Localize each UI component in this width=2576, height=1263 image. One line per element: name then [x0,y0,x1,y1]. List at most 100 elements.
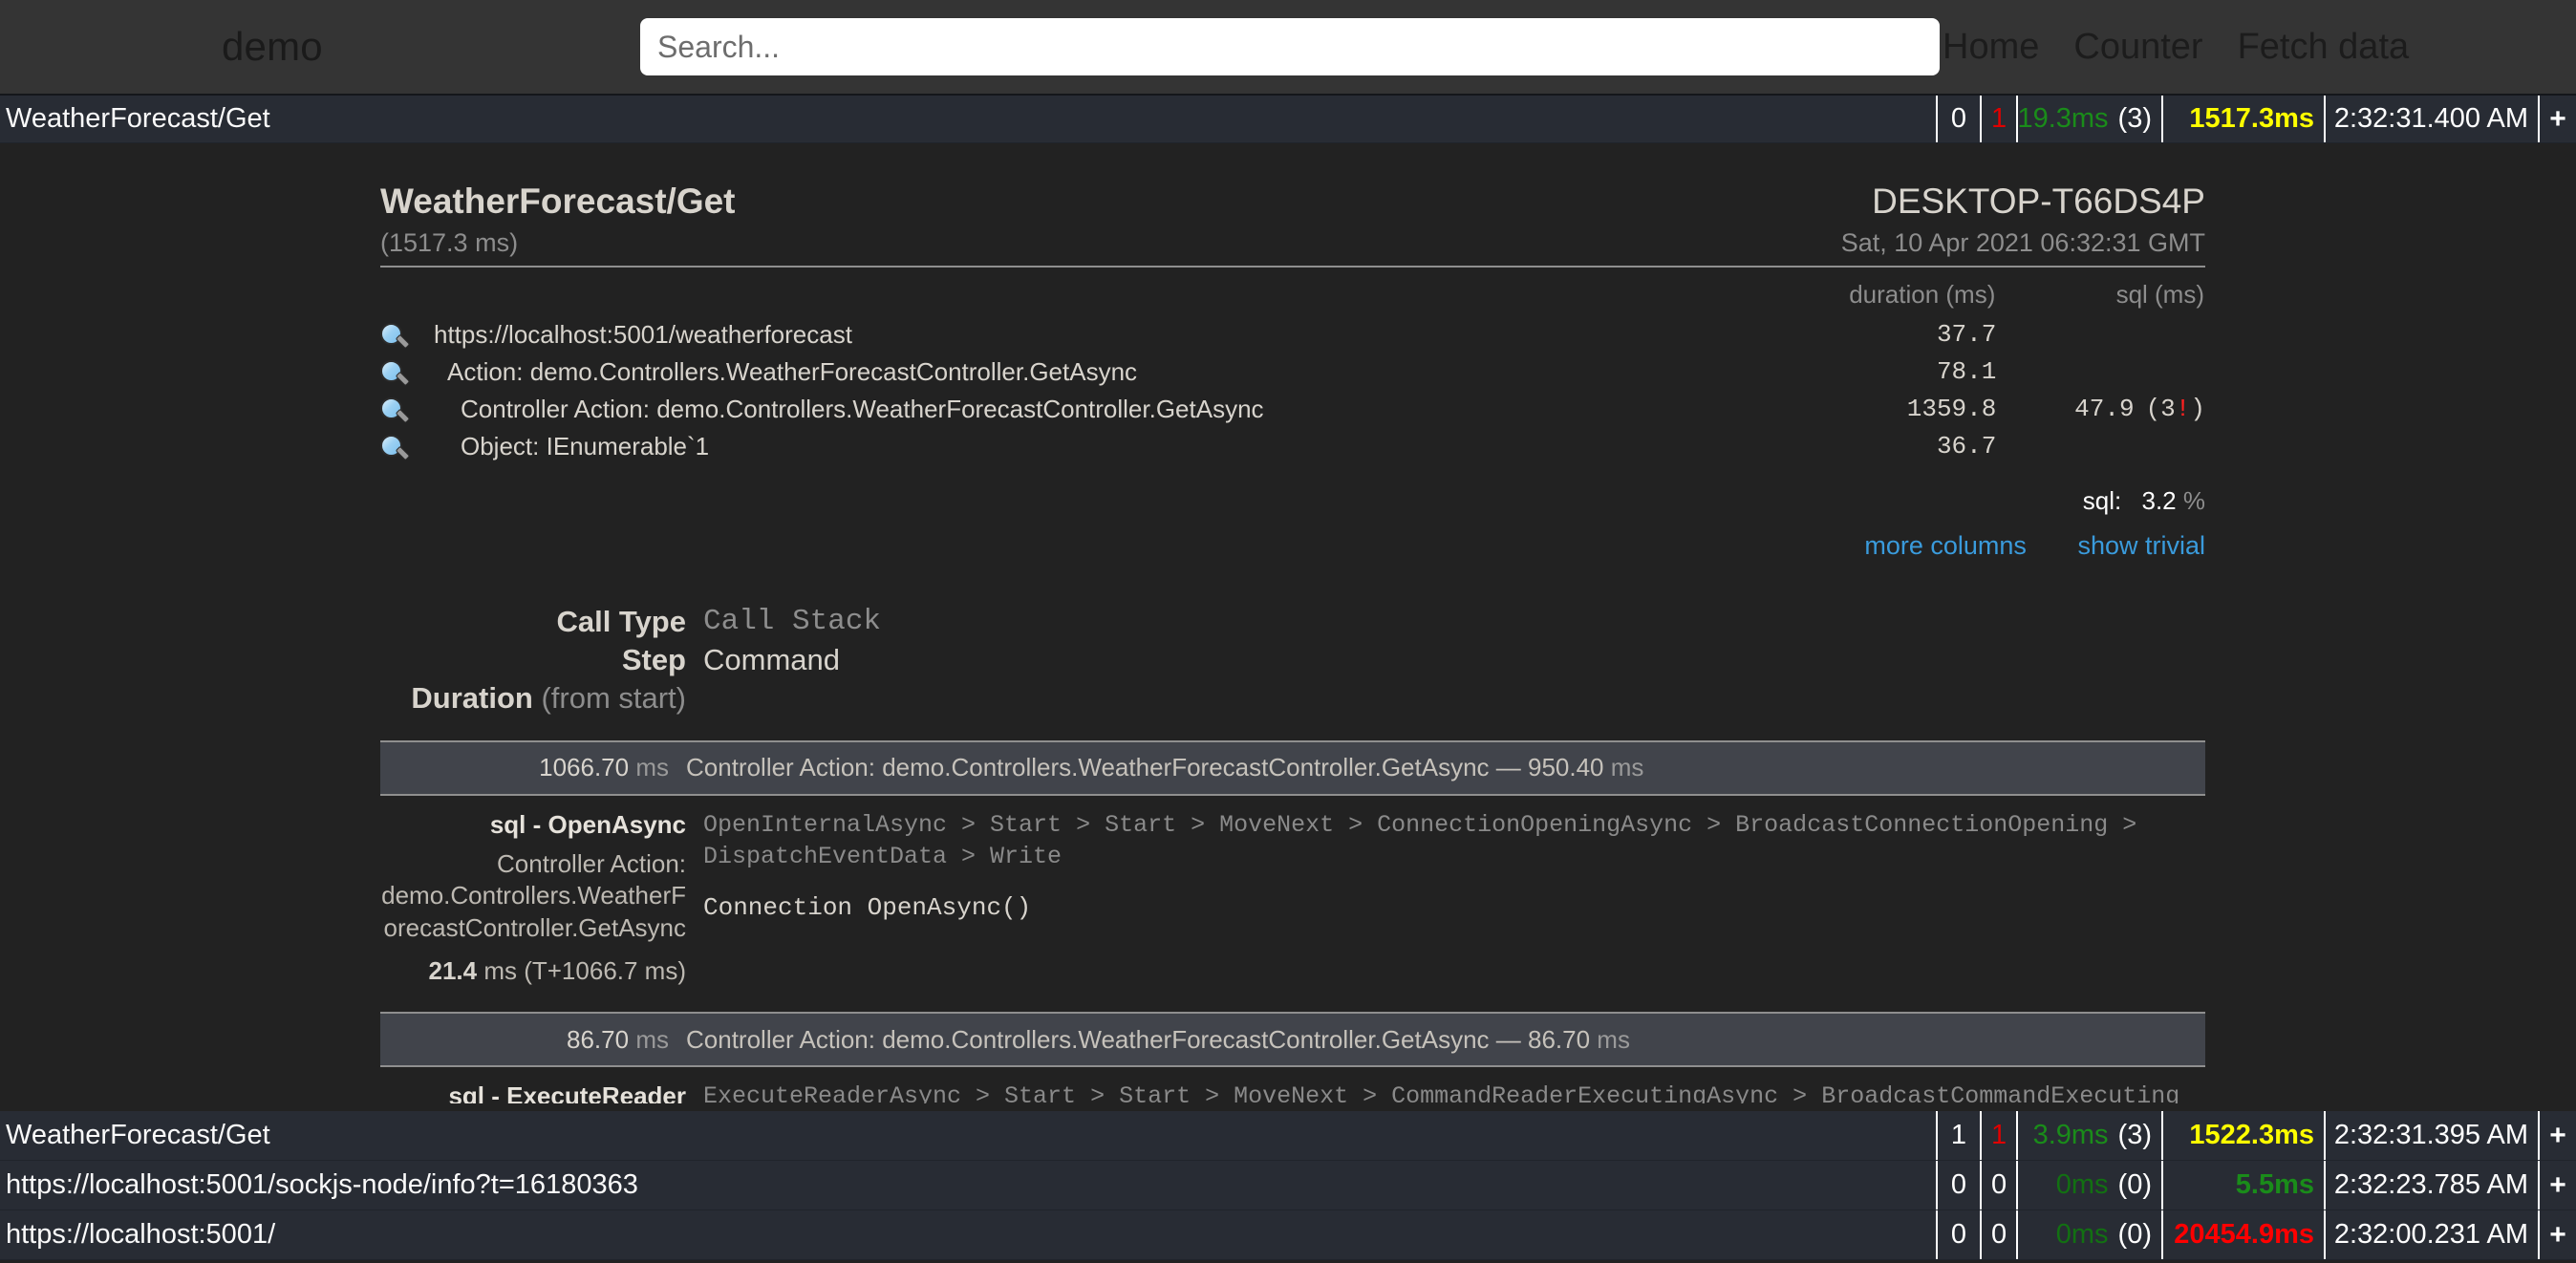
profiler-detail-panel: WeatherForecast/Get (1517.3 ms) DESKTOP-… [0,148,2576,1103]
sql-parent-desc: Controller Action: demo.Controllers.Weat… [686,753,1643,782]
profiler-result-row[interactable]: WeatherForecast/Get113.9ms(3)1522.3ms2:3… [0,1111,2576,1161]
show-trivial-link[interactable]: show trivial [2077,531,2205,560]
profiler-result-sqltime: 0ms (0) [2016,1161,2161,1209]
profiler-current-name[interactable]: WeatherForecast/Get [0,96,1936,142]
profiler-result-sqlcount: (3) [2118,1120,2152,1151]
sql-meta: sql - ExecuteReader (Async)Controller Ac… [380,1081,686,1103]
nav-link-fetch-data[interactable]: Fetch data [2238,27,2410,68]
profiler-result-errors: 1 [1980,1111,2016,1160]
sql-parent-desc-unit: ms [1597,1025,1630,1054]
sql-detail-body: sql - OpenAsyncController Action:demo.Co… [380,796,2205,987]
profiler-results-list: WeatherForecast/Get113.9ms(3)1522.3ms2:3… [0,1111,2576,1260]
profiler-result-sqltime-value: 3.9ms [2033,1120,2109,1151]
timings-row[interactable]: Action: demo.Controllers.WeatherForecast… [380,353,2205,391]
timings-row[interactable]: Controller Action: demo.Controllers.Weat… [380,391,2205,428]
timings-row-sql: 47.9(3!) [1996,391,2205,428]
duration-value-empty [703,681,2205,716]
sql-detail-body: sql - ExecuteReader (Async)Controller Ac… [380,1067,2205,1103]
profiler-current-errors: 1 [1980,96,2016,142]
sql-parent-desc: Controller Action: demo.Controllers.Weat… [686,1025,1630,1055]
sql-parent-desc-text: Controller Action: demo.Controllers.Weat… [686,753,1604,781]
call-type-value: Call Stack [703,605,2205,639]
step-label: Step [380,643,686,677]
profiler-result-expand-button[interactable]: + [2538,1111,2576,1160]
sql-parent-desc-unit: ms [1611,753,1644,781]
profiler-result-expand-button[interactable]: + [2538,1161,2576,1209]
profiler-result-sqlcount: (0) [2118,1219,2152,1251]
profiler-result-expand-button[interactable]: + [2538,1210,2576,1259]
timings-row-label: Action: demo.Controllers.WeatherForecast… [434,353,1760,391]
detail-subtitle: (1517.3 ms) [380,228,736,258]
sql-percent: sql: 3.2 % [380,486,2205,516]
timings-row[interactable]: https://localhost:5001/weatherforecast37… [380,315,2205,353]
sql-percent-label: sql: [2083,486,2121,515]
sql-right-column: OpenInternalAsync > Start > Start > Move… [703,809,2205,987]
sql-parent-duration: 86.70 ms [380,1025,686,1055]
profiler-result-sqltime-value: 0ms [2056,1219,2109,1251]
profiler-result-queries: 1 [1936,1111,1980,1160]
profiler-current-sqltime-value: 19.3ms [2017,103,2108,135]
profiler-result-time: 2:32:31.395 AM [2324,1111,2538,1160]
sql-parent-duration-unit: ms [635,1025,669,1054]
sql-parent-row[interactable]: 86.70 msController Action: demo.Controll… [380,1012,2205,1067]
magnifier-icon[interactable] [380,428,434,465]
sql-context-line1: Controller Action: [380,848,686,880]
profiler-result-errors: 0 [1980,1161,2016,1209]
sql-kind: sql - OpenAsync [380,809,686,841]
profiler-result-name[interactable]: WeatherForecast/Get [0,1111,1936,1160]
timings-row-duration: 1359.8 [1760,391,1997,428]
profiler-current-row[interactable]: WeatherForecast/Get 0 1 19.3ms (3) 1517.… [0,94,2576,143]
profiler-result-total: 5.5ms [2161,1161,2324,1209]
sql-parent-duration-value: 86.70 [567,1025,629,1054]
timings-header-icon [380,279,434,315]
timings-row-duration: 37.7 [1760,315,1997,353]
timings-row-sql [1996,353,2205,391]
timings-row[interactable]: Object: IEnumerable`136.7 [380,428,2205,465]
sql-parent-duration: 1066.70 ms [380,753,686,782]
magnifier-icon[interactable] [380,315,434,353]
sql-kind: sql - ExecuteReader (Async) [380,1081,686,1103]
duration-label-text: Duration [411,681,532,715]
timings-row-label: Controller Action: demo.Controllers.Weat… [434,391,1760,428]
detail-title: WeatherForecast/Get [380,182,736,221]
profiler-result-sqltime-value: 0ms [2056,1169,2109,1201]
timings-row-sql [1996,315,2205,353]
sql-percent-value: 3.2 [2141,486,2176,515]
timings-row-duration: 78.1 [1760,353,1997,391]
sql-parent-row[interactable]: 1066.70 msController Action: demo.Contro… [380,740,2205,796]
profiler-result-sqltime: 0ms (0) [2016,1210,2161,1259]
timings-row-duration: 36.7 [1760,428,1997,465]
profiler-result-queries: 0 [1936,1161,1980,1209]
detail-links: more columns show trivial [380,531,2205,561]
profiler-result-name[interactable]: https://localhost:5001/ [0,1210,1936,1259]
profiler-current-expand-button[interactable]: + [2538,96,2576,142]
nav-links: Home Counter Fetch data [1943,0,2409,94]
sql-parent-duration-unit: ms [635,753,669,781]
search-input[interactable] [640,18,1940,75]
profiler-result-row[interactable]: https://localhost:5001/sockjs-node/info?… [0,1161,2576,1210]
timings-row-label: https://localhost:5001/weatherforecast [434,315,1760,353]
sql-time: 21.4 ms (T+1066.7 ms) [380,955,686,987]
more-columns-link[interactable]: more columns [1864,531,2027,560]
profiler-result-sqlcount: (0) [2118,1169,2152,1201]
top-navbar: demo Home Counter Fetch data [0,0,2576,94]
magnifier-icon[interactable] [380,353,434,391]
profiler-result-total: 20454.9ms [2161,1210,2324,1259]
timings-row-label: Object: IEnumerable`1 [434,428,1760,465]
timings-row-sql-count: (3!) [2146,395,2205,423]
timings-header-row: duration (ms) sql (ms) [380,279,2205,315]
profiler-result-name[interactable]: https://localhost:5001/sockjs-node/info?… [0,1161,1936,1209]
nav-link-home[interactable]: Home [1943,27,2039,68]
nav-link-counter[interactable]: Counter [2073,27,2202,68]
profiler-result-queries: 0 [1936,1210,1980,1259]
profiler-current-total: 1517.3ms [2161,96,2324,142]
profiler-result-row[interactable]: https://localhost:5001/000ms(0)20454.9ms… [0,1210,2576,1260]
detail-machine-name: DESKTOP-T66DS4P [1841,182,2205,221]
brand-logo[interactable]: demo [222,24,323,70]
profiler-result-total: 1522.3ms [2161,1111,2324,1160]
magnifier-icon[interactable] [380,391,434,428]
timings-header-duration: duration (ms) [1760,279,1997,315]
sql-command: Connection OpenAsync() [703,893,2205,922]
profiler-current-queries: 0 [1936,96,1980,142]
sql-group: 86.70 msController Action: demo.Controll… [380,1012,2205,1103]
